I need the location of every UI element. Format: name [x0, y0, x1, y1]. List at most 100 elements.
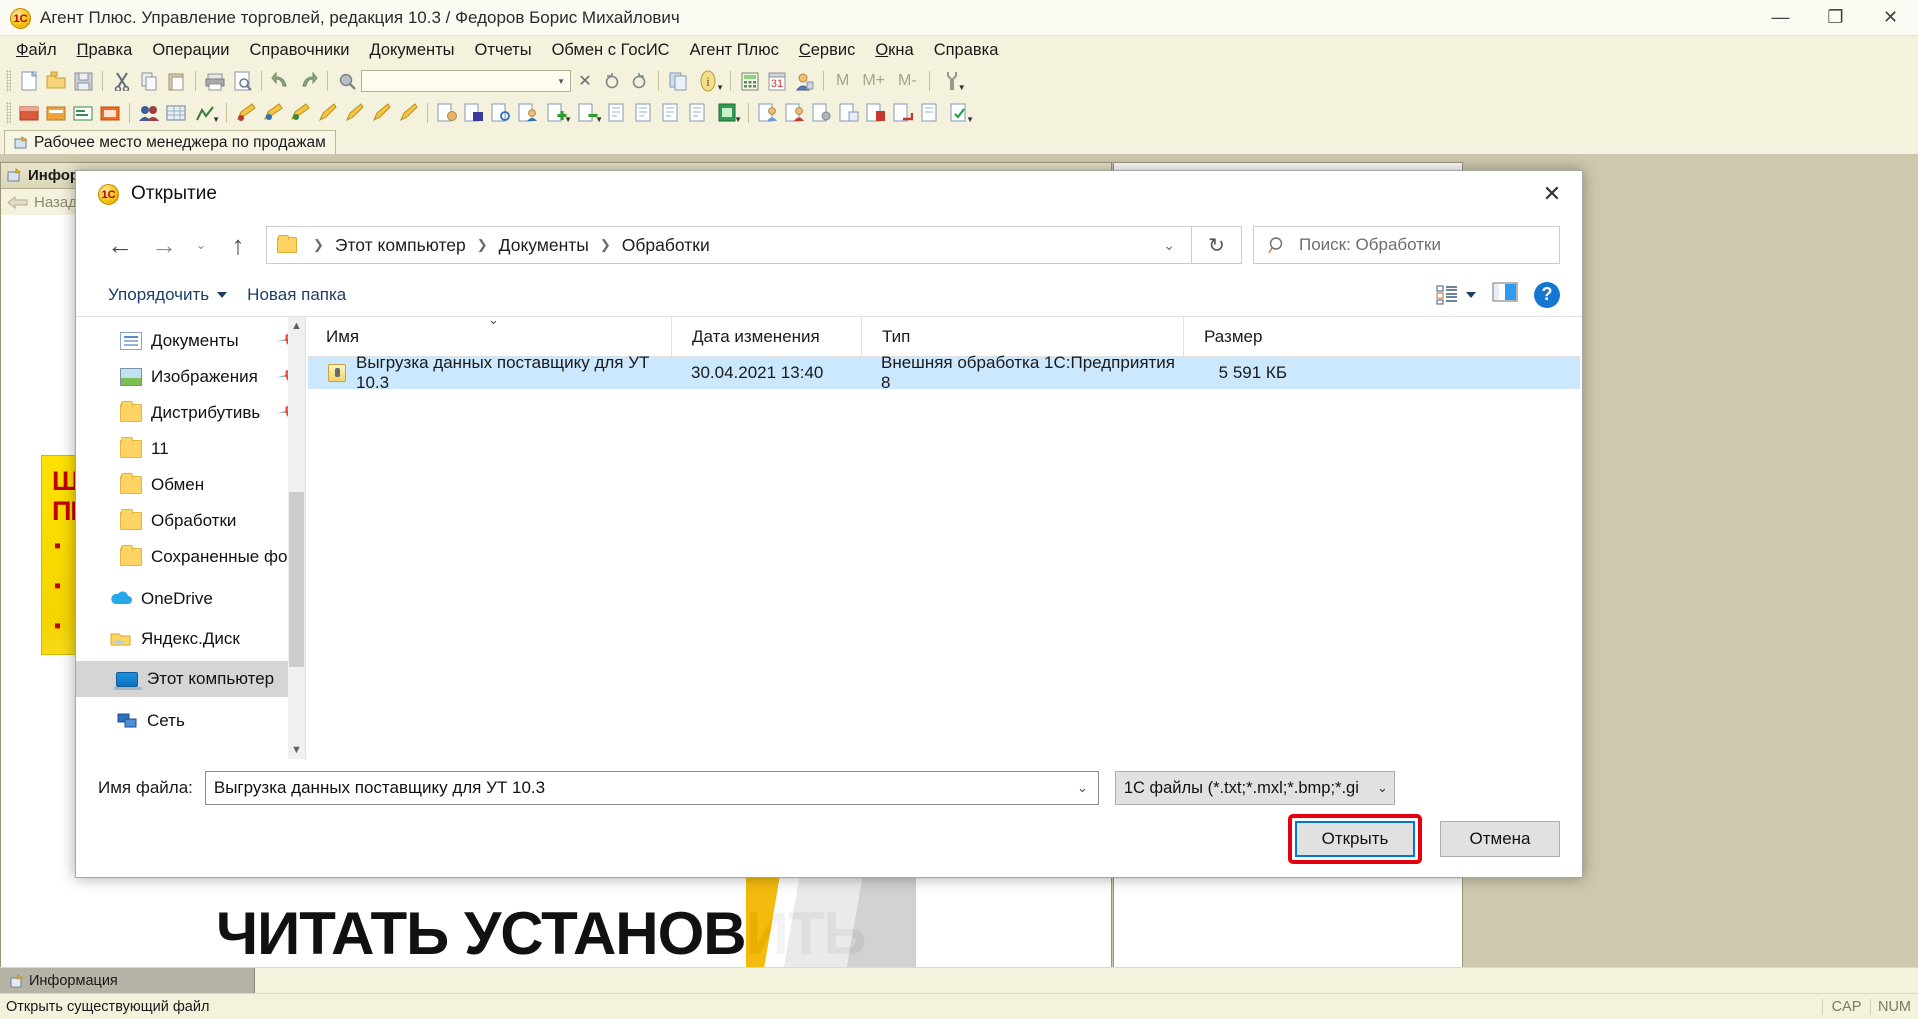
new-icon[interactable]: [16, 68, 42, 94]
pencil-plain-3-icon[interactable]: [368, 100, 394, 126]
sidebar-item-pictures[interactable]: Изображения 📌: [76, 359, 305, 395]
calendar-icon[interactable]: 31: [764, 68, 790, 94]
pencil-plain-1-icon[interactable]: [314, 100, 340, 126]
settings-wrench-icon[interactable]: ▼: [936, 68, 966, 94]
bottom-tab-information[interactable]: Информация: [0, 968, 255, 993]
menu-item-documents[interactable]: Документы: [359, 38, 464, 63]
chart-icon[interactable]: ▼: [190, 100, 220, 126]
journal-red-icon[interactable]: [16, 100, 42, 126]
print-preview-icon[interactable]: [229, 68, 255, 94]
copy-icon[interactable]: [136, 68, 162, 94]
cancel-button[interactable]: Отмена: [1440, 821, 1560, 857]
menu-item-windows[interactable]: Окна: [865, 38, 923, 63]
search-input[interactable]: Поиск: Обработки: [1253, 226, 1560, 264]
menu-item-operations[interactable]: Операции: [142, 38, 239, 63]
doc-plain-4-icon[interactable]: [685, 100, 711, 126]
sidebar-item-obrabotki[interactable]: Обработки: [76, 503, 305, 539]
report-person-1-icon[interactable]: [755, 100, 781, 126]
memory-sub-label[interactable]: M-: [892, 72, 923, 90]
sidebar-item-distributives[interactable]: Дистрибутивы 📌: [76, 395, 305, 431]
breadcrumb-item-1[interactable]: Документы: [496, 235, 592, 256]
doc-blue-icon[interactable]: [461, 100, 487, 126]
report-check-icon[interactable]: ▼: [944, 100, 974, 126]
doc-user-icon[interactable]: [434, 100, 460, 126]
report-red-icon[interactable]: [863, 100, 889, 126]
pencil-plain-2-icon[interactable]: [341, 100, 367, 126]
journal-blue-icon[interactable]: [43, 100, 69, 126]
memory-add-label[interactable]: M+: [856, 72, 891, 90]
back-navigation-button[interactable]: ←: [98, 226, 142, 264]
menu-item-edit[interactable]: Правка: [67, 38, 143, 63]
doc-add-icon[interactable]: ▼: [542, 100, 572, 126]
report-person-2-icon[interactable]: [782, 100, 808, 126]
clear-search-icon[interactable]: ✕: [572, 68, 598, 94]
menu-item-reports[interactable]: Отчеты: [465, 38, 542, 63]
change-view-button[interactable]: [1436, 285, 1476, 305]
up-one-level-button[interactable]: ↑: [216, 226, 260, 264]
redo-icon[interactable]: [295, 68, 321, 94]
sidebar-item-network[interactable]: Сеть: [76, 703, 305, 739]
doc-green-icon[interactable]: ▼: [712, 100, 742, 126]
doc-search-icon[interactable]: [488, 100, 514, 126]
breadcrumb-item-0[interactable]: Этот компьютер: [332, 235, 469, 256]
forward-navigation-button[interactable]: →: [142, 226, 186, 264]
pencil-yellow-1-icon[interactable]: [233, 100, 259, 126]
menu-item-agent-plus[interactable]: Агент Плюс: [680, 38, 789, 63]
menu-item-help[interactable]: Справка: [924, 38, 1009, 63]
preview-pane-button[interactable]: [1492, 282, 1518, 307]
organize-button[interactable]: Упорядочить: [98, 281, 237, 309]
minimize-button[interactable]: —: [1753, 0, 1808, 36]
column-header-modified[interactable]: Дата изменения: [671, 317, 861, 356]
pencil-yellow-2-icon[interactable]: [260, 100, 286, 126]
file-type-select[interactable]: 1С файлы (*.txt;*.mxl;*.bmp;*.gi ⌄: [1115, 771, 1395, 805]
help-button[interactable]: ?: [1534, 282, 1560, 308]
table-icon[interactable]: [163, 100, 189, 126]
pencil-plain-4-icon[interactable]: [395, 100, 421, 126]
refresh-button[interactable]: ↻: [1192, 226, 1242, 264]
address-breadcrumb-bar[interactable]: ❯ Этот компьютер ❯ Документы ❯ Обработки…: [266, 226, 1192, 264]
column-header-size[interactable]: Размер: [1183, 317, 1293, 356]
find-prev-icon[interactable]: [599, 68, 625, 94]
menu-item-catalogs[interactable]: Справочники: [240, 38, 360, 63]
back-button[interactable]: Назад: [7, 194, 77, 211]
chevron-down-icon[interactable]: ⌄: [1151, 237, 1187, 254]
sidebar-item-obmen[interactable]: Обмен: [76, 467, 305, 503]
undo-icon[interactable]: [268, 68, 294, 94]
find-icon[interactable]: [334, 68, 360, 94]
sidebar-item-onedrive[interactable]: OneDrive: [76, 581, 305, 617]
sidebar-item-this-pc[interactable]: Этот компьютер: [76, 661, 305, 697]
cut-icon[interactable]: [109, 68, 135, 94]
doc-remove-icon[interactable]: ▼: [573, 100, 603, 126]
toolbar-grip-2[interactable]: [6, 102, 11, 124]
user-settings-icon[interactable]: [791, 68, 817, 94]
sidebar-item-saved-photos[interactable]: Сохраненные фо: [76, 539, 305, 575]
recent-locations-button[interactable]: ⌄: [186, 226, 216, 264]
doc-person-icon[interactable]: [515, 100, 541, 126]
sidebar-item-documents[interactable]: Документы 📌: [76, 323, 305, 359]
journal-green-icon[interactable]: [70, 100, 96, 126]
print-icon[interactable]: [202, 68, 228, 94]
scroll-up-arrow-icon[interactable]: ▲: [288, 317, 305, 335]
sidebar-item-11[interactable]: 11: [76, 431, 305, 467]
save-icon[interactable]: [70, 68, 96, 94]
menu-item-gosis[interactable]: Обмен с ГосИС: [542, 38, 680, 63]
menu-item-file[interactable]: Файл: [6, 38, 67, 63]
pencil-yellow-3-icon[interactable]: [287, 100, 313, 126]
file-name-input[interactable]: Выгрузка данных поставщику для УТ 10.3 ⌄: [205, 771, 1099, 805]
info-icon[interactable]: i ▼: [692, 68, 724, 94]
toolbar-grip[interactable]: [6, 70, 11, 92]
find-next-icon[interactable]: [626, 68, 652, 94]
table-row[interactable]: Выгрузка данных поставщику для УТ 10.3 3…: [308, 357, 1580, 389]
report-gear-icon[interactable]: [809, 100, 835, 126]
copy-window-icon[interactable]: [665, 68, 691, 94]
search-combo[interactable]: ▼: [361, 70, 571, 92]
paste-icon[interactable]: [163, 68, 189, 94]
calculator-icon[interactable]: [737, 68, 763, 94]
maximize-button[interactable]: ❐: [1808, 0, 1863, 36]
sidebar-item-yandex-disk[interactable]: Яндекс.Диск: [76, 621, 305, 657]
scrollbar-thumb[interactable]: [289, 492, 304, 667]
column-header-type[interactable]: Тип: [861, 317, 1183, 356]
chevron-down-icon-filename[interactable]: ⌄: [1073, 780, 1092, 796]
doc-plain-2-icon[interactable]: [631, 100, 657, 126]
journal-orange-icon[interactable]: [97, 100, 123, 126]
